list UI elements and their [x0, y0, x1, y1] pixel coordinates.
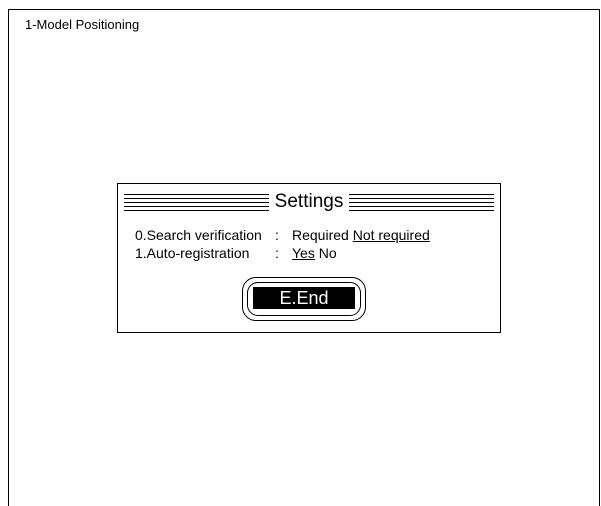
setting-label: 0.Search verification: [135, 227, 262, 243]
setting-label: 1.Auto-registration: [135, 245, 250, 261]
dialog-title: Settings: [274, 191, 344, 212]
header-rule-right: [349, 193, 494, 211]
end-button[interactable]: E.End: [242, 277, 366, 321]
header-rule-left: [124, 193, 269, 211]
option-yes[interactable]: Yes: [292, 245, 315, 261]
setting-separator: :: [275, 227, 279, 243]
dialog-header: Settings: [124, 190, 494, 214]
setting-row-search-verification: 0.Search verification: Required Not requi…: [135, 227, 430, 243]
screen-title: 1-Model Positioning: [25, 17, 140, 32]
option-required[interactable]: Required: [292, 227, 349, 243]
setting-row-auto-registration: 1.Auto-registration: Yes No: [135, 245, 337, 261]
settings-dialog: Settings 0.Search verification: Required …: [117, 183, 501, 333]
end-button-label: E.End: [253, 287, 355, 309]
setting-separator: :: [275, 245, 279, 261]
option-not-required[interactable]: Not required: [353, 227, 430, 243]
option-no[interactable]: No: [319, 245, 337, 261]
